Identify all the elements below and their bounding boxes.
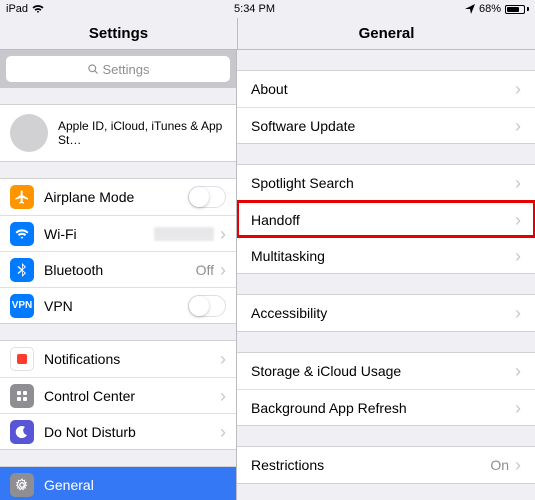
about-label: About	[251, 81, 515, 97]
notifications-label: Notifications	[44, 351, 220, 367]
chevron-icon: ›	[220, 261, 226, 279]
spotlight-label: Spotlight Search	[251, 175, 515, 191]
software-update-label: Software Update	[251, 118, 515, 134]
general-label: General	[44, 477, 226, 493]
storage-label: Storage & iCloud Usage	[251, 363, 515, 379]
device-label: iPad	[6, 3, 28, 15]
dnd-icon	[10, 420, 34, 444]
vpn-icon: VPN	[10, 294, 34, 318]
wifi-value-blurred	[154, 227, 214, 241]
search-input[interactable]: Settings	[6, 56, 230, 82]
detail-item-restrictions[interactable]: Restrictions On ›	[237, 447, 535, 483]
chevron-icon: ›	[220, 350, 226, 368]
sidebar-item-bluetooth[interactable]: Bluetooth Off ›	[0, 251, 236, 287]
vpn-label: VPN	[44, 298, 188, 314]
chevron-icon: ›	[515, 456, 521, 474]
multitasking-label: Multitasking	[251, 248, 515, 264]
device-group: General AA Display & Brightness ›	[0, 466, 236, 500]
notifications-icon	[10, 347, 34, 371]
wifi-icon	[32, 4, 44, 14]
status-time: 5:34 PM	[234, 3, 275, 15]
bluetooth-label: Bluetooth	[44, 262, 196, 278]
sidebar[interactable]: Settings Apple ID, iCloud, iTunes & App …	[0, 50, 237, 500]
background-refresh-label: Background App Refresh	[251, 400, 515, 416]
appleid-group: Apple ID, iCloud, iTunes & App St…	[0, 104, 236, 162]
chevron-icon: ›	[515, 211, 521, 229]
airplane-icon	[10, 185, 34, 209]
detail-item-software-update[interactable]: Software Update ›	[237, 107, 535, 143]
page-title-right: General	[237, 18, 535, 49]
vpn-toggle[interactable]	[188, 295, 226, 317]
connectivity-group: Airplane Mode Wi-Fi › Bluetooth	[0, 178, 236, 324]
location-icon	[465, 4, 475, 14]
detail-item-spotlight[interactable]: Spotlight Search ›	[237, 165, 535, 201]
general-icon	[10, 473, 34, 497]
detail-pane[interactable]: About › Software Update › Spotlight Sear…	[237, 50, 535, 500]
battery-icon	[505, 5, 529, 14]
search-icon	[87, 63, 99, 75]
detail-item-handoff[interactable]: Handoff ›	[237, 201, 535, 237]
control-center-icon	[10, 384, 34, 408]
restrictions-label: Restrictions	[251, 457, 490, 473]
control-center-label: Control Center	[44, 388, 220, 404]
sidebar-item-dnd[interactable]: Do Not Disturb ›	[0, 413, 236, 449]
detail-group-spotlight: Spotlight Search › Handoff › Multitaskin…	[237, 164, 535, 274]
chevron-icon: ›	[515, 399, 521, 417]
chevron-icon: ›	[220, 387, 226, 405]
appleid-label: Apple ID, iCloud, iTunes & App St…	[58, 119, 226, 147]
wifi-settings-icon	[10, 222, 34, 246]
bluetooth-value: Off	[196, 262, 214, 278]
status-bar: iPad 5:34 PM 68%	[0, 0, 535, 18]
header: Settings General	[0, 18, 535, 50]
alerts-group: Notifications › Control Center › Do Not …	[0, 340, 236, 450]
battery-pct: 68%	[479, 3, 501, 15]
sidebar-item-wifi[interactable]: Wi-Fi ›	[0, 215, 236, 251]
detail-item-background-refresh[interactable]: Background App Refresh ›	[237, 389, 535, 425]
chevron-icon: ›	[220, 423, 226, 441]
sidebar-item-vpn[interactable]: VPN VPN	[0, 287, 236, 323]
bluetooth-icon	[10, 258, 34, 282]
detail-group-about: About › Software Update ›	[237, 70, 535, 144]
accessibility-label: Accessibility	[251, 305, 515, 321]
sidebar-item-general[interactable]: General	[0, 467, 236, 500]
chevron-icon: ›	[515, 304, 521, 322]
sidebar-item-airplane[interactable]: Airplane Mode	[0, 179, 236, 215]
handoff-label: Handoff	[251, 212, 515, 228]
chevron-icon: ›	[220, 225, 226, 243]
chevron-icon: ›	[515, 117, 521, 135]
avatar	[10, 114, 48, 152]
detail-item-about[interactable]: About ›	[237, 71, 535, 107]
dnd-label: Do Not Disturb	[44, 424, 220, 440]
airplane-label: Airplane Mode	[44, 189, 188, 205]
airplane-toggle[interactable]	[188, 186, 226, 208]
detail-item-storage[interactable]: Storage & iCloud Usage ›	[237, 353, 535, 389]
detail-group-storage: Storage & iCloud Usage › Background App …	[237, 352, 535, 426]
detail-group-restrictions: Restrictions On ›	[237, 446, 535, 484]
chevron-icon: ›	[515, 174, 521, 192]
restrictions-value: On	[490, 457, 509, 473]
status-left: iPad	[6, 3, 44, 15]
page-title-left: Settings	[0, 18, 237, 49]
detail-item-multitasking[interactable]: Multitasking ›	[237, 237, 535, 273]
detail-group-accessibility: Accessibility ›	[237, 294, 535, 332]
sidebar-item-notifications[interactable]: Notifications ›	[0, 341, 236, 377]
chevron-icon: ›	[515, 80, 521, 98]
appleid-row[interactable]: Apple ID, iCloud, iTunes & App St…	[0, 105, 236, 161]
search-wrap: Settings	[0, 50, 236, 88]
chevron-icon: ›	[515, 362, 521, 380]
search-placeholder: Settings	[103, 62, 150, 77]
chevron-icon: ›	[515, 247, 521, 265]
status-right: 68%	[465, 3, 529, 15]
sidebar-item-control-center[interactable]: Control Center ›	[0, 377, 236, 413]
detail-item-accessibility[interactable]: Accessibility ›	[237, 295, 535, 331]
wifi-label: Wi-Fi	[44, 226, 154, 242]
